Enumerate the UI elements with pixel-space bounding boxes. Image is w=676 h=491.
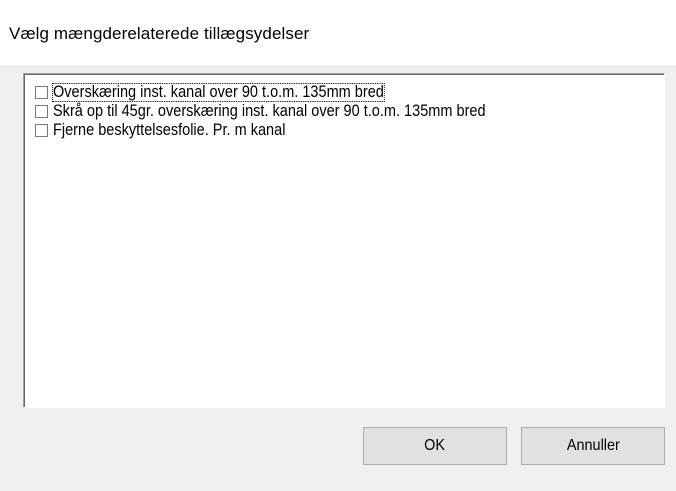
- list-item-label: Skrå op til 45gr. overskæring inst. kana…: [53, 102, 486, 120]
- checkbox[interactable]: [35, 86, 48, 99]
- cancel-button-label: Annuller: [566, 437, 620, 454]
- list-item-label: Fjerne beskyttelsesfolie. Pr. m kanal: [53, 121, 286, 139]
- dialog-header: Vælg mængderelaterede tillægsydelser: [0, 0, 676, 67]
- dialog-title: Vælg mængderelaterede tillægsydelser: [9, 24, 310, 43]
- cancel-button[interactable]: Annuller: [521, 427, 665, 465]
- checkbox-list[interactable]: Overskæring inst. kanal over 90 t.o.m. 1…: [23, 73, 665, 408]
- ok-button[interactable]: OK: [363, 427, 507, 465]
- list-item[interactable]: Skrå op til 45gr. overskæring inst. kana…: [35, 102, 545, 121]
- list-item[interactable]: Fjerne beskyttelsesfolie. Pr. m kanal: [35, 121, 317, 140]
- checkbox[interactable]: [35, 124, 48, 137]
- ok-button-label: OK: [424, 437, 446, 454]
- checkbox[interactable]: [35, 105, 48, 118]
- list-item[interactable]: Overskæring inst. kanal over 90 t.o.m. 1…: [35, 83, 429, 102]
- list-item-label: Overskæring inst. kanal over 90 t.o.m. 1…: [52, 83, 385, 102]
- dialog-window: Vælg mængderelaterede tillægsydelser Ove…: [0, 0, 676, 491]
